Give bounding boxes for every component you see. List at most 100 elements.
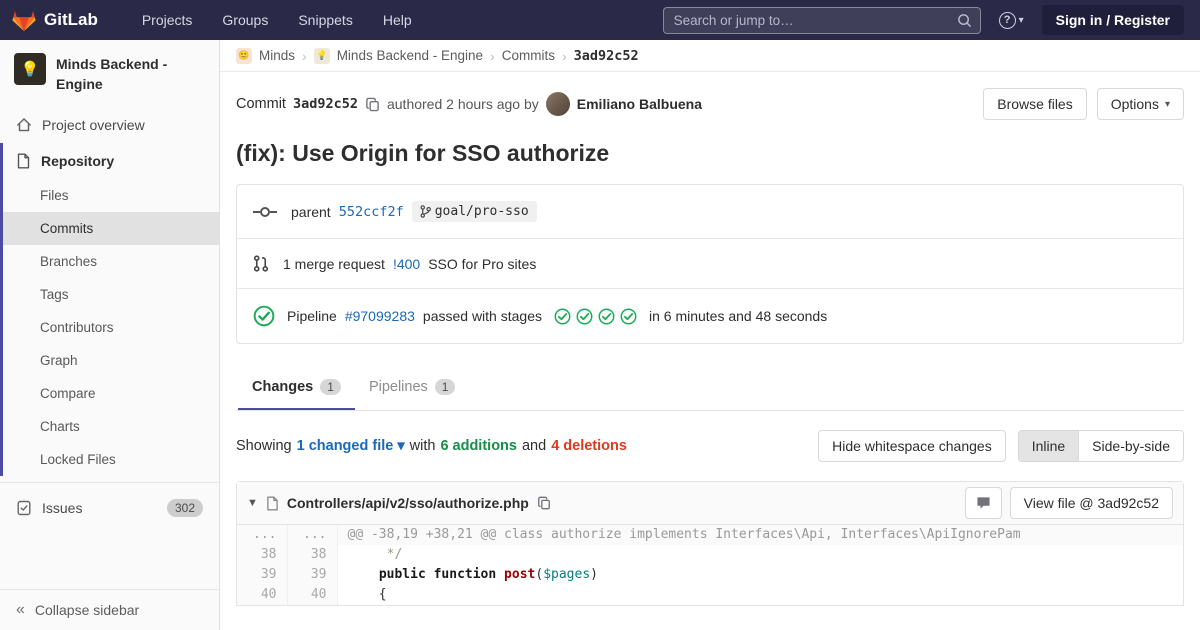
commit-title: (fix): Use Origin for SSO authorize: [236, 140, 610, 166]
stage-passed-icon[interactable]: [620, 308, 637, 325]
hide-whitespace-button[interactable]: Hide whitespace changes: [818, 430, 1006, 462]
nav-groups[interactable]: Groups: [222, 12, 268, 28]
collapse-diff-icon[interactable]: ▼: [247, 497, 258, 509]
brand-name[interactable]: GitLab: [44, 10, 98, 30]
browse-files-button[interactable]: Browse files: [983, 88, 1087, 120]
new-line-number[interactable]: 39: [287, 565, 338, 585]
pipeline-label: Pipeline: [287, 308, 337, 324]
collapse-icon: «: [16, 601, 25, 618]
options-label: Options: [1110, 96, 1159, 112]
code-cell: {: [347, 587, 387, 602]
author-avatar[interactable]: [545, 92, 570, 116]
search-icon[interactable]: [957, 13, 972, 28]
sidebar-item-project-overview[interactable]: Project overview: [0, 107, 219, 143]
sign-in-button[interactable]: Sign in / Register: [1041, 5, 1184, 35]
chevron-down-icon: ▾: [1164, 98, 1170, 110]
stage-passed-icon[interactable]: [598, 308, 615, 325]
pipeline-status-text: passed with stages: [422, 308, 542, 324]
deletions-count: 4 deletions: [551, 438, 627, 454]
old-line-number[interactable]: 38: [237, 545, 288, 565]
help-menu[interactable]: ? ▾: [998, 11, 1024, 29]
nav-snippets[interactable]: Snippets: [298, 12, 352, 28]
sidebar-item-tags[interactable]: Tags: [3, 278, 219, 311]
nav-help[interactable]: Help: [383, 12, 412, 28]
sidebar-item-issues[interactable]: Issues 302: [0, 489, 219, 527]
breadcrumb-commits-link[interactable]: Commits: [502, 48, 555, 63]
options-dropdown-button[interactable]: Options ▾: [1096, 88, 1184, 120]
diff-hunk-row: ...... @@ -38,19 +38,21 @@ class authoriz…: [237, 525, 1183, 545]
sidebar-item-commits[interactable]: Commits: [3, 211, 219, 245]
sidebar-item-graph[interactable]: Graph: [3, 344, 219, 377]
stage-passed-icon[interactable]: [554, 308, 571, 325]
sidebar-divider: [0, 481, 219, 483]
gitlab-brand[interactable]: GitLab: [12, 9, 98, 32]
new-line-number[interactable]: 38: [287, 545, 338, 565]
branch-ref-pill[interactable]: goal/pro-sso: [411, 201, 537, 222]
sidebar-item-compare[interactable]: Compare: [3, 377, 219, 410]
collapse-sidebar-button[interactable]: « Collapse sidebar: [0, 589, 219, 630]
collapse-label: Collapse sidebar: [34, 602, 140, 618]
group-avatar: 🙂: [236, 47, 252, 64]
breadcrumb-current-sha: 3ad92c52: [573, 47, 639, 64]
pipeline-id-link[interactable]: #97099283: [345, 308, 415, 324]
mr-count-text: 1 merge request: [283, 255, 385, 272]
sidebar-item-files[interactable]: Files: [3, 179, 219, 212]
author-name[interactable]: Emiliano Balbuena: [577, 96, 702, 112]
diff-table-body: ...... @@ -38,19 +38,21 @@ class authoriz…: [237, 525, 1183, 605]
changed-files-label: 1 changed file: [296, 438, 394, 454]
copy-icon[interactable]: [365, 97, 380, 112]
code-cell: public function post($pages): [378, 567, 598, 582]
breadcrumb-project-link[interactable]: Minds Backend - Engine: [337, 48, 483, 63]
and-label: and: [521, 438, 547, 454]
side-by-side-view-button[interactable]: Side-by-side: [1078, 430, 1184, 462]
issues-icon: [16, 500, 32, 516]
tab-pipelines[interactable]: Pipelines 1: [355, 366, 470, 410]
repository-section: Repository Files Commits Branches Tags Contr…: [0, 142, 219, 476]
project-context[interactable]: 💡 Minds Backend - Engine: [0, 40, 219, 107]
stage-passed-icon[interactable]: [576, 308, 593, 325]
breadcrumb-group-link[interactable]: Minds: [259, 48, 295, 63]
project-sidebar: 💡 Minds Backend - Engine Project overvie…: [0, 40, 220, 630]
mr-ref-link[interactable]: !400: [393, 256, 420, 272]
tab-changes[interactable]: Changes 1: [238, 366, 355, 410]
sidebar-item-locked-files[interactable]: Locked Files: [3, 443, 219, 476]
file-path[interactable]: Controllers/api/v2/sso/authorize.php: [287, 495, 529, 511]
copy-icon[interactable]: [537, 496, 551, 510]
with-label: with: [409, 438, 436, 454]
nav-projects[interactable]: Projects: [142, 12, 193, 28]
sidebar-item-label: Project overview: [42, 116, 145, 133]
sidebar-item-contributors[interactable]: Contributors: [3, 311, 219, 344]
old-line-number[interactable]: 39: [237, 565, 288, 585]
tab-label: Changes: [252, 379, 314, 395]
sidebar-item-charts[interactable]: Charts: [3, 410, 219, 443]
commit-sha: 3ad92c52: [292, 96, 358, 112]
additions-count: 6 additions: [440, 438, 517, 454]
diff-table: ...... @@ -38,19 +38,21 @@ class authoriz…: [237, 525, 1183, 605]
comment-button[interactable]: [964, 487, 1002, 519]
help-icon: ?: [998, 11, 1016, 29]
changed-files-dropdown[interactable]: 1 changed file ▾: [297, 438, 405, 454]
project-avatar: 💡: [14, 53, 46, 85]
sidebar-item-branches[interactable]: Branches: [3, 245, 219, 278]
branch-name: goal/pro-sso: [434, 204, 529, 219]
project-avatar-small: 💡: [313, 47, 330, 64]
breadcrumb: 🙂 Minds › 💡 Minds Backend - Engine › Com…: [220, 40, 1200, 72]
branch-icon: [420, 205, 431, 218]
old-line-number[interactable]: 40: [237, 585, 288, 605]
pipeline-row: Pipeline #97099283 passed with stages in…: [237, 288, 1183, 343]
tab-label: Pipelines: [368, 379, 428, 395]
inline-view-button[interactable]: Inline: [1017, 430, 1080, 462]
view-file-button[interactable]: View file @ 3ad92c52: [1009, 487, 1173, 519]
new-line-number[interactable]: 40: [287, 585, 338, 605]
parent-label: parent: [291, 203, 331, 220]
diff-file-header: ▼ Controllers/api/v2/sso/authorize.php V…: [237, 482, 1183, 525]
parent-row: parent 552ccf2f goal/pro-sso: [237, 185, 1183, 238]
search-input[interactable]: [673, 12, 957, 28]
commit-info-box: parent 552ccf2f goal/pro-sso 1 merge req…: [236, 184, 1184, 344]
parent-sha-link[interactable]: 552ccf2f: [339, 204, 404, 220]
commit-tabs: Changes 1 Pipelines 1: [236, 366, 1184, 411]
sidebar-item-repository[interactable]: Repository: [3, 143, 219, 179]
top-navbar: GitLab Projects Groups Snippets Help ? ▾ Si…: [0, 0, 1200, 40]
pipeline-status-icon[interactable]: [253, 305, 275, 327]
main-nav: Projects Groups Snippets Help: [142, 12, 412, 28]
